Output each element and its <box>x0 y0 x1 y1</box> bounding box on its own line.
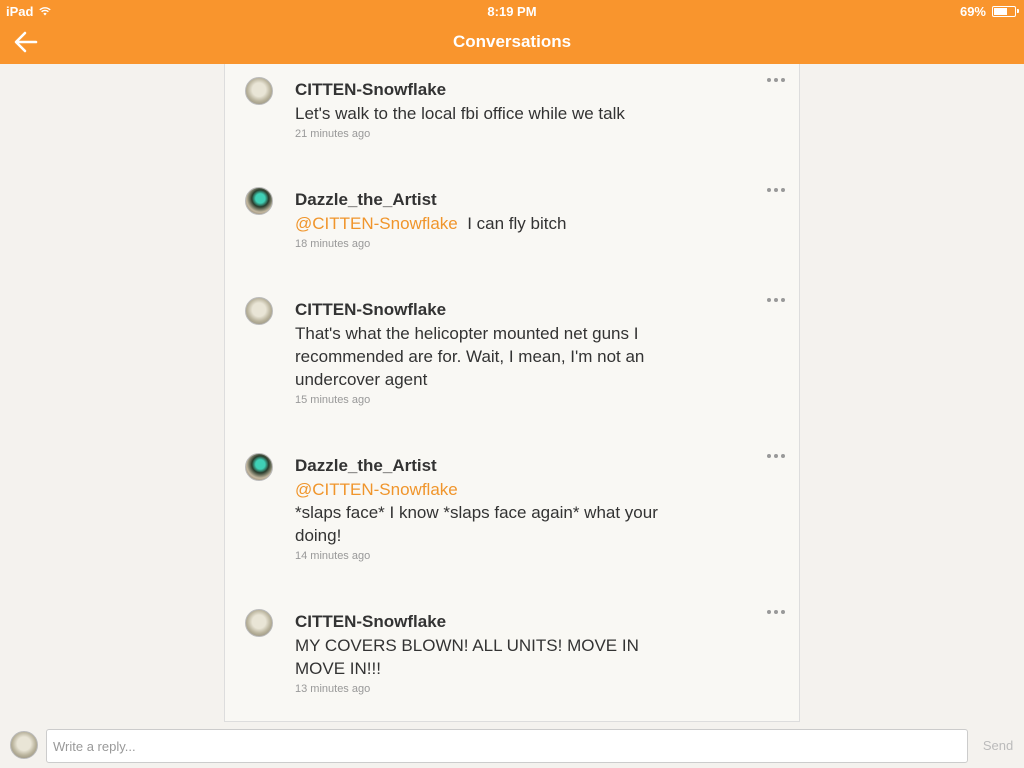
more-options-icon[interactable] <box>767 296 789 304</box>
status-bar: iPad 8:19 PM 69% <box>0 0 1024 22</box>
mention-link[interactable]: @CITTEN-Snowflake <box>295 214 458 233</box>
message-body: Let's walk to the local fbi office while… <box>295 104 625 123</box>
mention-link[interactable]: @CITTEN-Snowflake <box>295 478 665 501</box>
top-bar: iPad 8:19 PM 69% Conversations <box>0 0 1024 64</box>
message-body: That's what the helicopter mounted net g… <box>295 324 645 389</box>
avatar[interactable] <box>245 297 273 325</box>
message-author[interactable]: CITTEN-Snowflake <box>295 80 446 100</box>
battery-level <box>994 8 1008 15</box>
message-author[interactable]: CITTEN-Snowflake <box>295 300 446 320</box>
avatar[interactable] <box>245 187 273 215</box>
message-time: 21 minutes ago <box>295 128 371 140</box>
page-title: Conversations <box>452 32 572 51</box>
message-author[interactable]: CITTEN-Snowflake <box>295 612 446 632</box>
send-button[interactable]: Send <box>978 738 1018 753</box>
message-time: 13 minutes ago <box>295 683 371 695</box>
avatar[interactable] <box>10 731 38 759</box>
avatar[interactable] <box>245 77 273 105</box>
battery-icon <box>992 6 1019 17</box>
message-time: 15 minutes ago <box>295 394 371 406</box>
message-text: MY COVERS BLOWN! ALL UNITS! MOVE IN MOVE… <box>295 634 665 680</box>
message-body: MY COVERS BLOWN! ALL UNITS! MOVE IN MOVE… <box>295 636 639 678</box>
reply-input[interactable] <box>46 729 968 763</box>
message-text: Let's walk to the local fbi office while… <box>295 102 675 125</box>
more-options-icon[interactable] <box>767 186 789 194</box>
message-body: I can fly bitch <box>467 214 567 233</box>
more-options-icon[interactable] <box>767 452 789 460</box>
more-options-icon[interactable] <box>767 76 789 84</box>
conversation-panel[interactable]: CITTEN-Snowflake Let's walk to the local… <box>224 64 800 722</box>
battery-percent: 69% <box>959 4 986 19</box>
message-text: That's what the helicopter mounted net g… <box>295 322 665 391</box>
message-author[interactable]: Dazzle_the_Artist <box>295 456 437 476</box>
status-time: 8:19 PM <box>487 4 537 19</box>
reply-bar: Send <box>0 722 1024 768</box>
more-options-icon[interactable] <box>767 608 789 616</box>
message-text: @CITTEN-Snowflake *slaps face* I know *s… <box>295 478 665 547</box>
message-time: 18 minutes ago <box>295 238 371 250</box>
message-time: 14 minutes ago <box>295 550 371 562</box>
message-body: *slaps face* I know *slaps face again* w… <box>295 503 658 545</box>
avatar[interactable] <box>245 609 273 637</box>
avatar[interactable] <box>245 453 273 481</box>
message-author[interactable]: Dazzle_the_Artist <box>295 190 437 210</box>
message-text: @CITTEN-Snowflake I can fly bitch <box>295 212 675 235</box>
